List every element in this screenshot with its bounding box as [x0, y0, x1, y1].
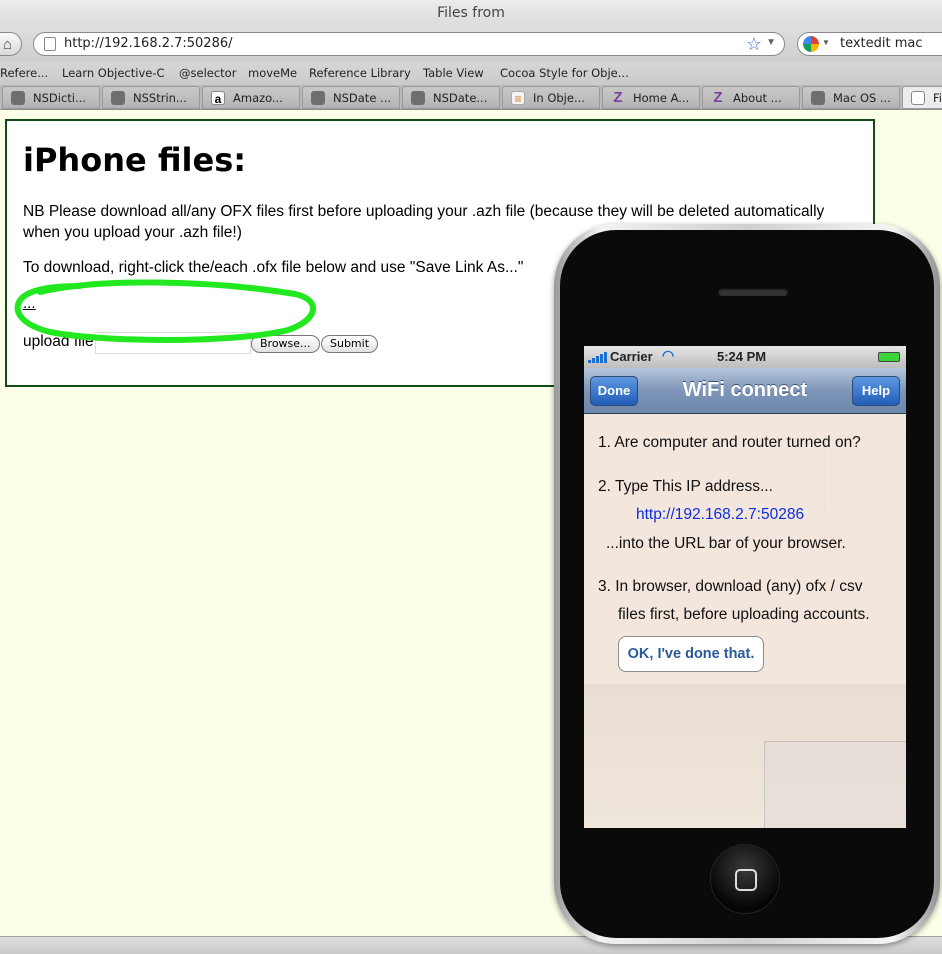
carrier-label: Carrier	[610, 349, 653, 364]
submit-button[interactable]: Submit	[321, 335, 379, 353]
upload-label: upload file	[23, 333, 94, 350]
step-2: 2. Type This IP address...	[598, 478, 773, 495]
speaker-grille	[718, 288, 788, 296]
bookmark-item[interactable]: moveMe	[248, 66, 297, 80]
tab-label: NSDate ...	[333, 91, 392, 105]
browse-button[interactable]: Browse...	[251, 335, 320, 353]
apple-icon	[111, 91, 125, 105]
signal-icon	[588, 352, 608, 363]
tab[interactable]: NSDate ...	[302, 86, 400, 109]
home-button[interactable]: ⌂	[0, 32, 22, 56]
apple-icon	[411, 91, 425, 105]
url-text[interactable]: http://192.168.2.7:50286/	[64, 36, 233, 51]
ip-address: http://192.168.2.7:50286	[636, 506, 805, 523]
page-title: iPhone files:	[23, 141, 247, 179]
step-3: 3. In browser, download (any) ofx / csv	[598, 578, 863, 595]
bookmark-star-icon[interactable]: ☆	[746, 34, 762, 55]
tab-label: Home A...	[633, 91, 690, 105]
amazon-icon: a	[211, 91, 225, 106]
tab-label: Fi	[933, 91, 942, 105]
bookmark-item[interactable]: Cocoa Style for Obje...	[500, 66, 629, 80]
navigation-toolbar: ⌂ http://192.168.2.7:50286/ ☆ ▼ ▼ texted…	[0, 26, 942, 62]
url-bar[interactable]: http://192.168.2.7:50286/ ☆ ▼	[33, 32, 785, 56]
bookmark-item[interactable]: Reference Library	[309, 66, 411, 80]
google-icon[interactable]	[803, 36, 819, 52]
tab-label: Amazo...	[233, 91, 283, 105]
tab[interactable]: NSDicti...	[2, 86, 100, 109]
iphone-screen: Carrier ◠ 5:24 PM Done WiFi connect Help…	[584, 346, 906, 828]
zotero-icon: Z	[713, 89, 723, 106]
tab-label: About ...	[733, 91, 782, 105]
background-image	[764, 741, 906, 828]
zotero-icon: Z	[613, 89, 623, 106]
tab-label: NSStrin...	[133, 91, 187, 105]
iphone-home-button[interactable]	[710, 844, 780, 914]
tab-active[interactable]: Fi	[902, 86, 942, 109]
upload-file-input[interactable]	[95, 332, 251, 354]
tab[interactable]: a Amazo...	[202, 86, 300, 109]
bookmark-item[interactable]: Table View	[423, 66, 484, 80]
step-3-continued: files first, before uploading accounts.	[618, 606, 870, 623]
battery-icon	[878, 352, 900, 362]
step-1: 1. Are computer and router turned on?	[598, 434, 861, 451]
download-instruction: To download, right-click the/each .ofx f…	[23, 259, 524, 276]
tab[interactable]: Z About ...	[702, 86, 800, 109]
tab[interactable]: Z Home A...	[602, 86, 700, 109]
apple-icon	[811, 91, 825, 105]
bookmarks-bar: Refere... Learn Objective-C @selector mo…	[0, 62, 942, 85]
tab-label: NSDicti...	[33, 91, 86, 105]
help-button[interactable]: Help	[852, 376, 900, 406]
home-icon: ⌂	[3, 36, 13, 53]
page-icon	[911, 91, 925, 105]
window-title: Files from	[0, 0, 942, 26]
ios-status-bar: Carrier ◠ 5:24 PM	[584, 346, 906, 368]
tab-label: In Obje...	[533, 91, 585, 105]
iphone-frame: Carrier ◠ 5:24 PM Done WiFi connect Help…	[554, 224, 940, 944]
instructions-panel: 1. Are computer and router turned on? 2.…	[584, 414, 906, 684]
tab-label: NSDate...	[433, 91, 488, 105]
search-input[interactable]: textedit mac	[840, 36, 923, 51]
bookmark-item[interactable]: @selector	[179, 66, 236, 80]
tab[interactable]: NSStrin...	[102, 86, 200, 109]
ok-done-button[interactable]: OK, I've done that.	[618, 636, 764, 672]
search-bar[interactable]: ▼ textedit mac	[797, 32, 942, 56]
url-history-chevron-icon[interactable]: ▼	[766, 37, 776, 48]
bookmark-item[interactable]: Refere...	[0, 66, 48, 80]
page-icon	[44, 37, 56, 51]
tab-label: Mac OS ...	[833, 91, 891, 105]
status-time: 5:24 PM	[717, 349, 767, 364]
apple-icon	[11, 91, 25, 105]
tab-bar: NSDicti... NSStrin... a Amazo... NSDate .…	[0, 85, 942, 110]
file-link[interactable]: ...	[23, 295, 36, 312]
tab[interactable]: Mac OS ...	[802, 86, 900, 109]
stackoverflow-icon: ≡	[511, 91, 525, 106]
step-2-continued: ...into the URL bar of your browser.	[606, 535, 846, 552]
ios-navigation-bar: Done WiFi connect Help	[584, 368, 906, 414]
tab[interactable]: NSDate...	[402, 86, 500, 109]
search-engine-chevron-icon[interactable]: ▼	[822, 38, 830, 47]
apple-icon	[311, 91, 325, 105]
home-square-icon	[735, 869, 757, 891]
bookmark-item[interactable]: Learn Objective-C	[62, 66, 165, 80]
wifi-icon: ◠	[662, 347, 675, 363]
tab[interactable]: ≡ In Obje...	[502, 86, 600, 109]
